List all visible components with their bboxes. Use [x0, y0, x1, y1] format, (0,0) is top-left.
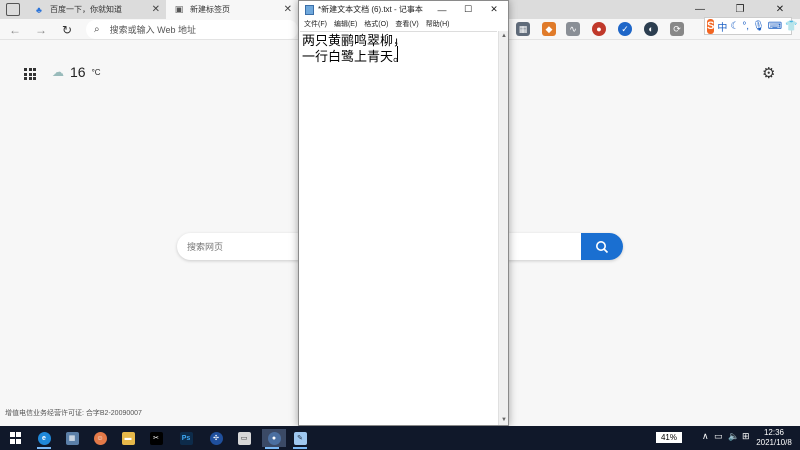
menu-view[interactable]: 查看(V) [395, 19, 418, 29]
ime-moon-icon[interactable]: ☾ [730, 21, 739, 32]
chevron-up-icon[interactable]: ∧ [702, 431, 709, 442]
weather-unit: °C [91, 67, 101, 77]
extension-icon[interactable]: ⟳ [670, 22, 684, 36]
sogou-logo-icon: S [707, 18, 715, 34]
text-line: 一行白鹭上青天。 [302, 50, 407, 65]
tab-close-icon[interactable]: ✕ [284, 4, 292, 15]
clock-time: 12:36 [763, 428, 785, 437]
maximize-icon[interactable]: ☐ [455, 1, 481, 18]
extension-icon[interactable]: ▦ [516, 22, 530, 36]
network-icon[interactable]: ▭ [714, 431, 723, 442]
keyboard-icon[interactable]: ⌨ [768, 21, 782, 32]
taskbar: e ▦ ☺ ▬ ✂ Ps ✣ ▭ ● ✎ 41% ∧ ▭ 🔈 ⊞ 12:36 2… [0, 426, 800, 450]
system-clock[interactable]: 12:36 2021/10/8 [752, 428, 796, 448]
menu-format[interactable]: 格式(O) [364, 19, 388, 29]
extension-icon[interactable]: ◐ [644, 22, 658, 36]
menu-file[interactable]: 文件(F) [304, 19, 327, 29]
license-footer[interactable]: 增值电信业务经营许可证: 合字B2-20090007 [5, 408, 142, 418]
windows-start-icon[interactable] [10, 432, 22, 444]
notepad-app-icon [305, 4, 314, 15]
extension-icon[interactable]: ● [592, 22, 606, 36]
baidu-favicon-icon: ♣ [36, 4, 42, 15]
photoshop-icon[interactable]: Ps [176, 429, 196, 447]
menu-help[interactable]: 帮助(H) [426, 19, 450, 29]
text-caret [397, 46, 398, 62]
weather-temp: 16 [70, 64, 86, 80]
search-icon [596, 240, 609, 253]
text-line: 两只黄鹂鸣翠柳， [302, 34, 407, 49]
extension-icon[interactable]: ✓ [618, 22, 632, 36]
cloud-icon: ☁ [52, 65, 64, 79]
refresh-icon[interactable]: ↻ [58, 21, 76, 38]
ime-toolbar[interactable]: S 中 ☾ °, 🎙 ⌨ 👕 ▦ [704, 17, 798, 35]
menu-edit[interactable]: 编辑(E) [334, 19, 357, 29]
tab-close-icon[interactable]: ✕ [152, 4, 160, 15]
tab-label: 百度一下，你就知道 [50, 5, 122, 14]
microphone-icon[interactable]: 🎙 [752, 21, 765, 32]
extension-icon[interactable]: ◆ [542, 22, 556, 36]
back-icon[interactable]: ← [6, 21, 24, 38]
extension-icon[interactable]: ∿ [566, 22, 580, 36]
address-placeholder: 搜索或输入 Web 地址 [109, 25, 196, 35]
search-icon: ⌕ [94, 24, 100, 35]
battery-indicator[interactable]: 41% [656, 432, 682, 443]
input-method-icon[interactable]: ⊞ [742, 431, 750, 442]
clock-date: 2021/10/8 [756, 438, 792, 447]
scroll-up-icon[interactable]: ▲ [501, 33, 507, 39]
ime-lang[interactable]: 中 [717, 19, 727, 34]
app-icon[interactable]: ☺ [90, 429, 110, 447]
notepad-menubar: 文件(F) 编辑(E) 格式(O) 查看(V) 帮助(H) [299, 18, 508, 30]
file-explorer-icon[interactable]: ▬ [118, 429, 138, 447]
gear-icon[interactable]: ⚙ [762, 64, 775, 82]
tab-actions-icon[interactable] [6, 3, 20, 16]
address-bar[interactable]: ⌕ 搜索或输入 Web 地址 [86, 20, 298, 39]
notepad-taskbar-icon[interactable]: ✎ [290, 429, 310, 449]
new-tab-favicon-icon: ▣ [174, 4, 184, 14]
notepad-text-area[interactable]: 两只黄鹂鸣翠柳， 一行白鹭上青天。 [300, 31, 497, 425]
weather-widget[interactable]: ☁ 16 °C [52, 64, 101, 80]
remote-desktop-icon[interactable]: ▭ [234, 429, 254, 447]
volume-icon[interactable]: 🔈 [728, 431, 739, 442]
tab-baidu[interactable]: ♣ 百度一下，你就知道 ✕ [26, 0, 166, 19]
shirt-icon[interactable]: 👕 [785, 21, 797, 32]
app-icon[interactable]: ✣ [206, 429, 226, 447]
forward-icon[interactable]: → [32, 21, 50, 38]
tab-label: 新建标签页 [190, 5, 230, 14]
notepad-window: *新建文本文档 (6).txt - 记事本 — ☐ ✕ 文件(F) 编辑(E) … [298, 0, 509, 426]
tab-new-tab[interactable]: ▣ 新建标签页 ✕ [166, 0, 298, 19]
ime-punct[interactable]: °, [742, 21, 749, 32]
vertical-scrollbar[interactable]: ▲ ▼ [498, 31, 508, 425]
notepad-title: *新建文本文档 (6).txt - 记事本 [318, 5, 423, 14]
search-button[interactable] [581, 233, 623, 260]
close-icon[interactable]: ✕ [481, 1, 507, 18]
capcut-icon[interactable]: ✂ [146, 429, 166, 447]
apps-grid-icon[interactable] [24, 68, 36, 80]
search-input[interactable] [187, 238, 307, 255]
edge-icon[interactable]: e [34, 429, 54, 449]
app-icon[interactable]: ● [262, 429, 286, 449]
scroll-down-icon[interactable]: ▼ [501, 417, 507, 423]
calculator-icon[interactable]: ▦ [62, 429, 82, 447]
minimize-icon[interactable]: — [429, 1, 455, 18]
